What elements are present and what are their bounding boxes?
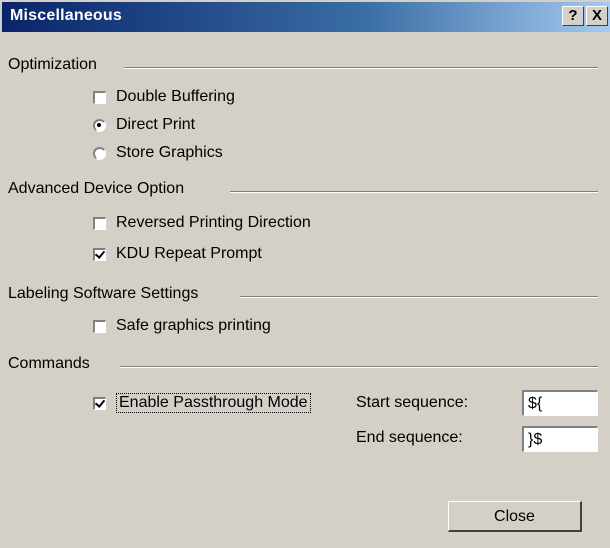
safe-graphics-label: Safe graphics printing (116, 317, 271, 334)
kdu-repeat-option[interactable]: KDU Repeat Prompt (93, 245, 262, 263)
advanced-divider (230, 191, 598, 193)
store-graphics-label: Store Graphics (116, 144, 223, 161)
end-sequence-input[interactable] (522, 426, 598, 452)
dialog-title: Miscellaneous (10, 7, 122, 24)
miscellaneous-dialog: Miscellaneous ? X Optimization Double Bu… (0, 0, 610, 548)
title-close-button[interactable]: X (586, 6, 608, 26)
end-sequence-label: End sequence: (356, 429, 463, 446)
double-buffering-option[interactable]: Double Buffering (93, 88, 235, 106)
store-graphics-radio[interactable] (93, 146, 106, 160)
labeling-divider (240, 296, 598, 298)
help-button[interactable]: ? (562, 6, 584, 26)
passthrough-checkbox[interactable] (93, 396, 106, 410)
reversed-printing-label: Reversed Printing Direction (116, 214, 311, 231)
direct-print-label: Direct Print (116, 116, 196, 133)
close-button[interactable]: Close (448, 501, 582, 532)
passthrough-option[interactable]: Enable Passthrough Mode (93, 393, 311, 413)
optimization-divider (124, 67, 598, 69)
reversed-printing-option[interactable]: Reversed Printing Direction (93, 214, 311, 232)
optimization-heading: Optimization (8, 56, 103, 74)
double-buffering-label: Double Buffering (116, 88, 235, 105)
passthrough-label: Enable Passthrough Mode (116, 393, 311, 413)
store-graphics-option[interactable]: Store Graphics (93, 144, 223, 162)
title-bar: Miscellaneous ? X (2, 2, 610, 32)
kdu-repeat-checkbox[interactable] (93, 247, 106, 261)
direct-print-option[interactable]: Direct Print (93, 116, 195, 134)
commands-divider (120, 366, 598, 368)
safe-graphics-checkbox[interactable] (93, 319, 106, 333)
start-sequence-input[interactable] (522, 390, 598, 416)
start-sequence-label: Start sequence: (356, 394, 469, 411)
double-buffering-checkbox[interactable] (93, 90, 106, 104)
labeling-heading: Labeling Software Settings (8, 285, 205, 303)
commands-heading: Commands (8, 355, 96, 373)
safe-graphics-option[interactable]: Safe graphics printing (93, 317, 271, 335)
reversed-printing-checkbox[interactable] (93, 216, 106, 230)
advanced-heading: Advanced Device Option (8, 180, 191, 198)
kdu-repeat-label: KDU Repeat Prompt (116, 245, 262, 262)
direct-print-radio[interactable] (93, 118, 106, 132)
